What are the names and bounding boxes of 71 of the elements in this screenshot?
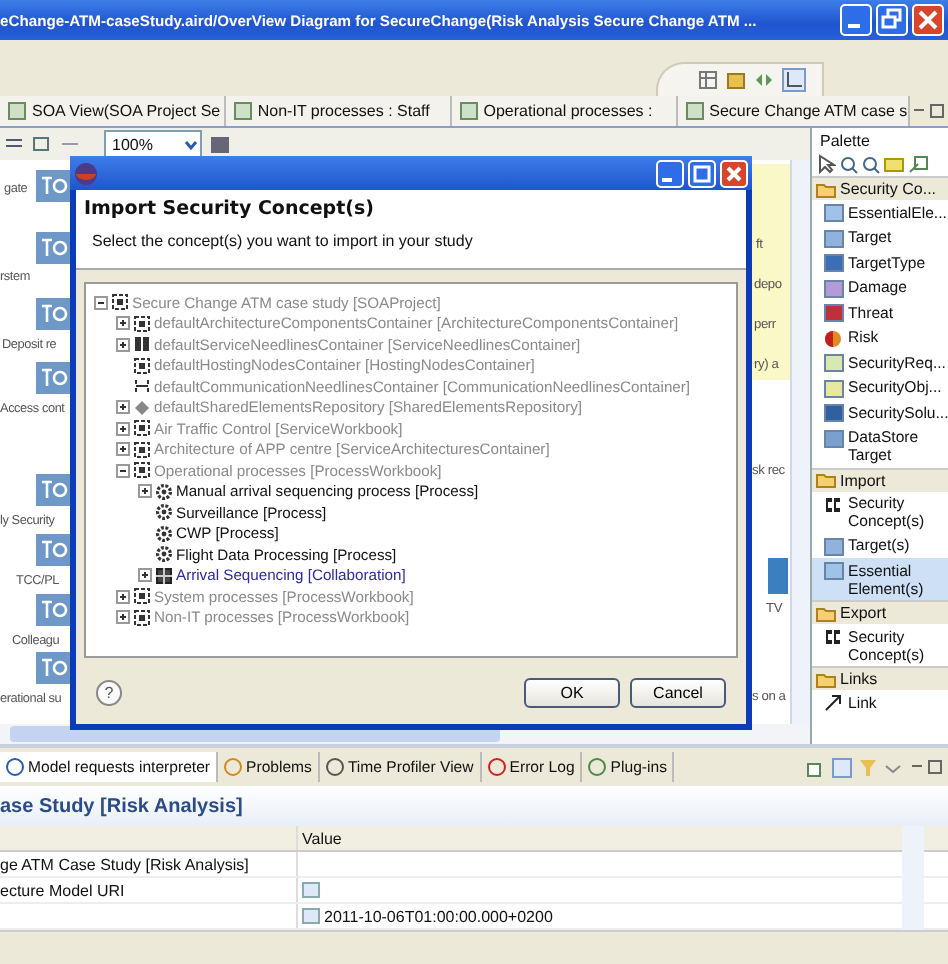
app-icon	[74, 161, 98, 185]
zoom-out-icon[interactable]	[862, 155, 880, 173]
concept-icon	[824, 628, 844, 646]
table-cell: ecture Model URI	[0, 881, 125, 899]
connector-icon	[134, 378, 150, 395]
dialog-heading: Import Security Concept(s)	[84, 198, 376, 220]
arrow-icon	[824, 694, 844, 712]
node-shape	[768, 558, 788, 594]
palette-drawer[interactable]: Export	[812, 600, 948, 624]
diagram-icon	[459, 102, 478, 120]
help-button[interactable]: ?	[96, 680, 122, 706]
node-shape	[36, 594, 70, 626]
pointer-icon[interactable]	[818, 154, 836, 174]
node-shape	[36, 652, 70, 684]
node-shape	[36, 298, 70, 330]
table-icon[interactable]	[698, 70, 718, 90]
palette-title: Palette	[820, 131, 870, 149]
risk-icon	[824, 329, 844, 347]
arrows-icon[interactable]	[754, 70, 774, 90]
editor-tab[interactable]: Non-IT processes : Staff	[225, 96, 452, 126]
diagram-icon	[8, 102, 26, 120]
zoom-combo[interactable]: 100%	[104, 130, 202, 158]
diagram-icon	[685, 102, 704, 120]
vertical-scrollbar[interactable]	[790, 160, 810, 724]
palette-drawer[interactable]: Import	[812, 467, 948, 491]
diamond-icon	[134, 399, 150, 416]
view-icon	[6, 758, 24, 776]
minimize-icon[interactable]	[840, 4, 872, 36]
table-cell: 2011-10-06T01:00:00.000+0200	[324, 907, 553, 925]
folder-icon	[816, 671, 836, 687]
container-icon	[134, 336, 150, 353]
editor-tab[interactable]: Secure Change ATM case s	[677, 96, 910, 126]
restore-icon[interactable]	[876, 4, 908, 36]
node-shape	[36, 474, 70, 506]
dialog-button[interactable]: Cancel	[630, 678, 726, 708]
folder-icon[interactable]	[726, 70, 746, 90]
concept-icon	[824, 495, 844, 513]
connector-icon[interactable]	[908, 155, 928, 173]
view-icon	[588, 758, 607, 776]
folder-icon	[816, 472, 836, 488]
chart-icon[interactable]	[782, 68, 806, 92]
node-shape	[36, 232, 70, 264]
view-icon	[325, 758, 344, 776]
dropdown-icon[interactable]	[182, 135, 200, 153]
editor-tab[interactable]: Operational processes :	[451, 96, 678, 126]
close-icon[interactable]	[912, 4, 944, 36]
minimize-icon[interactable]	[909, 101, 944, 121]
folder-icon	[816, 605, 836, 621]
node-shape	[36, 362, 70, 394]
container-icon	[134, 357, 150, 374]
maximize-icon[interactable]	[908, 757, 944, 777]
editor-tab[interactable]: SOA View(SOA Project Se	[0, 96, 226, 126]
maximize-icon[interactable]	[688, 159, 716, 187]
zoom-in-icon[interactable]	[840, 155, 858, 173]
diagram-icon	[233, 102, 252, 120]
palette-drawer[interactable]: Security Co...	[812, 176, 948, 200]
grid-icon	[156, 567, 172, 584]
folder-icon	[816, 181, 836, 197]
note-icon[interactable]	[884, 156, 904, 172]
table-cell: ge ATM Case Study [Risk Analysis]	[0, 855, 249, 873]
node-shape	[36, 170, 70, 202]
dialog-button[interactable]: OK	[524, 678, 620, 708]
minimize-icon[interactable]	[656, 159, 684, 187]
dialog-instruction: Select the concept(s) you want to import in your study	[90, 232, 475, 250]
close-icon[interactable]	[720, 159, 748, 187]
palette-drawer[interactable]: Links	[812, 666, 948, 690]
panel-title: ase Study [Risk Analysis]	[0, 795, 243, 817]
vertical-scrollbar[interactable]	[902, 826, 924, 930]
view-icon	[487, 758, 506, 776]
node-shape	[36, 534, 70, 566]
view-icon	[224, 758, 243, 776]
